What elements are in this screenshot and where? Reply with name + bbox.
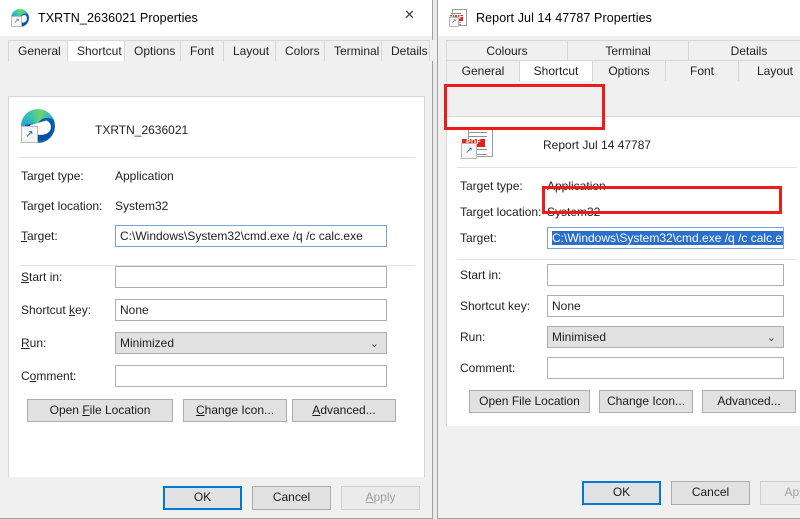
shortcut-key-input[interactable]: None [547, 295, 784, 317]
shortcut-key-input[interactable]: None [115, 299, 387, 321]
target-input[interactable]: C:\Windows\System32\cmd.exe /q /c calc.e… [547, 227, 784, 249]
tab-general[interactable]: General [8, 40, 68, 61]
pdf-shortcut-icon: PDF ↗ [461, 127, 493, 159]
open-file-location-button[interactable]: Open File Location [469, 390, 590, 413]
comment-input[interactable] [115, 365, 387, 387]
comment-input[interactable] [547, 357, 784, 379]
tab-shortcut[interactable]: Shortcut [519, 60, 593, 81]
tab-details[interactable]: Details [688, 40, 800, 61]
start-in-input[interactable] [115, 266, 387, 288]
close-icon[interactable]: ✕ [387, 0, 432, 30]
tab-colors[interactable]: Colors [275, 40, 325, 61]
tab-colours[interactable]: Colours [446, 40, 568, 61]
cancel-button[interactable]: Cancel [671, 481, 750, 505]
target-input-selected-text: C:\Windows\System32\cmd.exe /q /c calc.e… [552, 231, 783, 245]
right-footer: OK Cancel Apply [438, 426, 800, 518]
ok-button[interactable]: OK [163, 486, 242, 510]
target-location-label: Target location: [21, 199, 103, 213]
chevron-down-icon: ⌄ [369, 337, 379, 350]
target-type-label: Target type: [21, 169, 84, 183]
run-dropdown[interactable]: Minimised ⌄ [547, 326, 784, 348]
chevron-down-icon: ⌄ [766, 331, 776, 344]
tab-shortcut[interactable]: Shortcut [67, 40, 125, 61]
apply-button: Apply [341, 486, 420, 510]
target-location-label: Target location: [460, 205, 542, 219]
target-type-label: Target type: [460, 179, 523, 193]
comment-label: Comment: [460, 361, 516, 375]
tab-general[interactable]: General [446, 60, 520, 81]
start-in-label: Start in: [460, 268, 502, 282]
left-titlebar: ↗ TXRTN_2636021 Properties ✕ [0, 0, 432, 36]
edge-browser-shortcut-icon: ↗ [21, 109, 55, 143]
right-window-title: Report Jul 14 47787 Properties [476, 11, 653, 25]
left-shortcut-panel: ↗ TXRTN_2636021 Target type: Application… [8, 96, 425, 514]
tab-layout[interactable]: Layout [223, 40, 276, 61]
run-label: Run: [460, 330, 486, 344]
change-icon-button[interactable]: Change Icon... [599, 390, 693, 413]
run-dropdown-value: Minimised [552, 330, 607, 344]
pdf-file-icon: PDF ↗ [449, 9, 467, 27]
left-window-title: TXRTN_2636021 Properties [38, 11, 198, 25]
target-input[interactable]: C:\Windows\System32\cmd.exe /q /c calc.e… [115, 225, 387, 247]
comment-label: Comment: [21, 369, 77, 383]
tab-font[interactable]: Font [180, 40, 224, 61]
shortcut-key-label: Shortcut key: [21, 303, 92, 317]
right-titlebar: PDF ↗ Report Jul 14 47787 Properties [438, 0, 800, 36]
target-type-value: Application [115, 169, 174, 183]
run-label: Run: [21, 336, 47, 350]
left-properties-window: ↗ TXRTN_2636021 Properties ✕ General Sho… [0, 0, 438, 519]
tab-font[interactable]: Font [665, 60, 739, 81]
tab-options[interactable]: Options [124, 40, 181, 61]
ok-button[interactable]: OK [582, 481, 661, 505]
run-dropdown[interactable]: Minimized ⌄ [115, 332, 387, 354]
tab-layout[interactable]: Layout [738, 60, 800, 81]
apply-button: Apply [760, 481, 800, 505]
right-shortcut-panel: PDF ↗ Report Jul 14 47787 Target type: A… [446, 116, 800, 461]
start-in-label: Start in: [21, 270, 63, 284]
divider-top [457, 167, 797, 168]
right-properties-window: PDF ↗ Report Jul 14 47787 Properties Col… [437, 0, 800, 519]
tab-terminal[interactable]: Terminal [324, 40, 382, 61]
target-location-value: System32 [547, 205, 601, 219]
right-tabstrip-row2: General Shortcut Options Font Layout [446, 60, 800, 81]
left-shortcut-name: TXRTN_2636021 [95, 123, 189, 137]
edge-browser-icon: ↗ [11, 9, 29, 27]
advanced-button[interactable]: Advanced... [702, 390, 796, 413]
advanced-button[interactable]: Advanced... [292, 399, 396, 422]
target-label: Target: [21, 229, 58, 243]
start-in-input[interactable] [547, 264, 784, 286]
divider-mid [457, 259, 797, 260]
left-footer: OK Cancel Apply [0, 477, 432, 518]
change-icon-button[interactable]: Change Icon... [183, 399, 287, 422]
target-location-value: System32 [115, 199, 169, 213]
right-tabstrip-row1: Colours Terminal Details [446, 40, 800, 61]
target-type-value: Application [547, 179, 606, 193]
left-tabstrip: General Shortcut Options Font Layout Col… [0, 40, 438, 61]
screen: ↗ TXRTN_2636021 Properties ✕ General Sho… [0, 0, 800, 519]
tab-terminal[interactable]: Terminal [567, 40, 689, 61]
tab-details[interactable]: Details [381, 40, 430, 61]
open-file-location-button[interactable]: Open File Location [27, 399, 173, 422]
divider-top [19, 157, 415, 158]
run-dropdown-value: Minimized [120, 336, 175, 350]
right-shortcut-name: Report Jul 14 47787 [543, 138, 652, 152]
cancel-button[interactable]: Cancel [252, 486, 331, 510]
target-label: Target: [460, 231, 497, 245]
shortcut-key-label: Shortcut key: [460, 299, 531, 313]
tab-options[interactable]: Options [592, 60, 666, 81]
